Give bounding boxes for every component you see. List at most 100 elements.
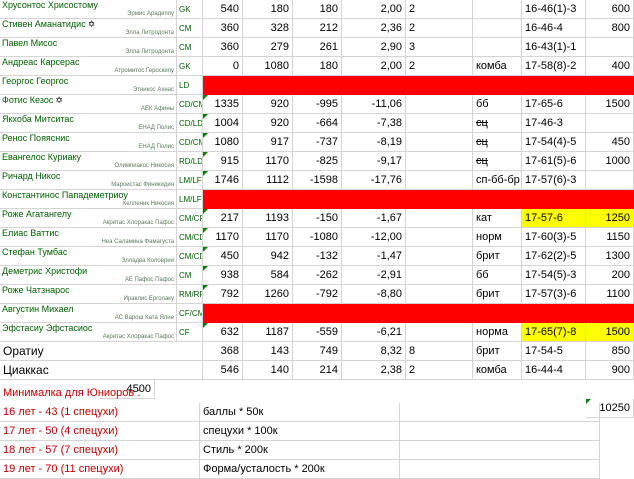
- value-cell[interactable]: -8,19: [342, 133, 406, 152]
- value-cell[interactable]: [406, 285, 473, 304]
- value-cell[interactable]: 2,38: [342, 361, 406, 380]
- value-cell[interactable]: -8,80: [342, 285, 406, 304]
- value-cell[interactable]: 180: [293, 57, 342, 76]
- value-cell[interactable]: 261: [293, 38, 342, 57]
- value-cell[interactable]: 2: [406, 0, 473, 19]
- value-cell[interactable]: [473, 38, 522, 57]
- value-cell[interactable]: комба: [473, 57, 522, 76]
- value-cell[interactable]: 17-58(8)-2: [522, 57, 586, 76]
- value-cell[interactable]: 920: [243, 114, 293, 133]
- value-cell[interactable]: 2: [406, 57, 473, 76]
- player-name-cell[interactable]: Циаккас: [0, 361, 203, 380]
- value-cell[interactable]: [473, 0, 522, 19]
- value-cell[interactable]: 400: [586, 57, 634, 76]
- value-cell[interactable]: 1112: [243, 171, 293, 190]
- value-cell[interactable]: 1260: [243, 285, 293, 304]
- value-cell[interactable]: сц: [473, 133, 522, 152]
- value-cell[interactable]: норм: [473, 228, 522, 247]
- player-position[interactable]: LM/LF: [177, 171, 203, 190]
- value-cell[interactable]: 1746: [203, 171, 243, 190]
- value-cell[interactable]: -1598: [293, 171, 342, 190]
- value-cell[interactable]: -2,91: [342, 266, 406, 285]
- value-cell[interactable]: 17-54(5)-3: [522, 266, 586, 285]
- player-name-cell[interactable]: Роже Чатзнарос Ираклис Ерголаку: [0, 285, 177, 304]
- value-cell[interactable]: -825: [293, 152, 342, 171]
- value-cell[interactable]: [406, 171, 473, 190]
- player-name-cell[interactable]: Якхоба Митситас ЕНАД Полис: [0, 114, 177, 133]
- value-cell[interactable]: -1,47: [342, 247, 406, 266]
- value-cell[interactable]: 16-43(1)-1: [522, 38, 586, 57]
- value-cell[interactable]: 1335: [203, 95, 243, 114]
- value-cell[interactable]: 2,00: [342, 57, 406, 76]
- value-cell[interactable]: -737: [293, 133, 342, 152]
- value-cell[interactable]: 915: [203, 152, 243, 171]
- value-cell[interactable]: 1150: [586, 228, 634, 247]
- player-position[interactable]: RM/RF: [177, 285, 203, 304]
- value-cell[interactable]: 16-46(1)-3: [522, 0, 586, 19]
- value-cell[interactable]: -7,38: [342, 114, 406, 133]
- value-cell[interactable]: -11,06: [342, 95, 406, 114]
- value-cell[interactable]: [406, 95, 473, 114]
- value-cell[interactable]: 749: [293, 342, 342, 361]
- player-name-cell[interactable]: Деметрис Христофи АЕ Пафос Пафос: [0, 266, 177, 285]
- value-cell[interactable]: 0: [203, 57, 243, 76]
- value-cell[interactable]: -262: [293, 266, 342, 285]
- value-cell[interactable]: 17-61(5)-6: [522, 152, 586, 171]
- value-cell[interactable]: брит: [473, 247, 522, 266]
- value-cell[interactable]: 212: [293, 19, 342, 38]
- value-cell[interactable]: 180: [243, 0, 293, 19]
- player-name-cell[interactable]: Константинос Пападеметриоу Хелленик Никос…: [0, 190, 177, 209]
- value-cell[interactable]: 200: [586, 266, 634, 285]
- value-cell[interactable]: 1100: [586, 285, 634, 304]
- player-position[interactable]: CF/CM: [177, 304, 203, 323]
- value-cell[interactable]: [406, 114, 473, 133]
- player-position[interactable]: LD: [177, 76, 203, 95]
- value-cell[interactable]: 1193: [243, 209, 293, 228]
- value-cell[interactable]: 217: [203, 209, 243, 228]
- value-cell[interactable]: 1250: [586, 209, 634, 228]
- value-cell[interactable]: -1080: [293, 228, 342, 247]
- player-name-cell[interactable]: Стефан Тумбас Элладва Коловрии: [0, 247, 177, 266]
- value-cell[interactable]: 17-57(6)-3: [522, 171, 586, 190]
- player-position[interactable]: LM/LF: [177, 190, 203, 209]
- value-cell[interactable]: 2,90: [342, 38, 406, 57]
- value-cell[interactable]: 584: [243, 266, 293, 285]
- value-cell[interactable]: -995: [293, 95, 342, 114]
- player-position[interactable]: CM/CF: [177, 209, 203, 228]
- player-name-cell[interactable]: Евангелос Куриаку Олимпиакос Никосия: [0, 152, 177, 171]
- value-cell[interactable]: 180: [293, 0, 342, 19]
- value-cell[interactable]: 360: [203, 38, 243, 57]
- value-cell[interactable]: 450: [586, 133, 634, 152]
- value-cell[interactable]: 540: [203, 0, 243, 19]
- value-cell[interactable]: сц: [473, 152, 522, 171]
- player-name-cell[interactable]: Ричард Никос Мароистас Финикидия: [0, 171, 177, 190]
- value-cell[interactable]: -9,17: [342, 152, 406, 171]
- value-cell[interactable]: 8: [406, 342, 473, 361]
- value-cell[interactable]: [406, 323, 473, 342]
- value-cell[interactable]: 1080: [243, 57, 293, 76]
- value-cell[interactable]: [406, 228, 473, 247]
- value-cell[interactable]: -6,21: [342, 323, 406, 342]
- value-cell[interactable]: -1,67: [342, 209, 406, 228]
- player-name-cell[interactable]: Елиас Ваттис Неа Саламина Фамагуста: [0, 228, 177, 247]
- value-cell[interactable]: 368: [203, 342, 243, 361]
- value-cell[interactable]: 2,36: [342, 19, 406, 38]
- player-name-cell[interactable]: Эфстасиу Эфстасиос Акритас Хлоракас Пафос: [0, 323, 177, 342]
- value-cell[interactable]: 1080: [203, 133, 243, 152]
- player-position[interactable]: CF: [177, 323, 203, 342]
- value-cell[interactable]: 17-65(7)-8: [522, 323, 586, 342]
- value-cell[interactable]: 143: [243, 342, 293, 361]
- value-cell[interactable]: [406, 133, 473, 152]
- value-cell[interactable]: -12,00: [342, 228, 406, 247]
- value-cell[interactable]: 1170: [243, 228, 293, 247]
- value-cell[interactable]: [406, 209, 473, 228]
- value-cell[interactable]: 546: [203, 361, 243, 380]
- value-cell[interactable]: 17-65-6: [522, 95, 586, 114]
- value-cell[interactable]: 600: [586, 0, 634, 19]
- value-cell[interactable]: -664: [293, 114, 342, 133]
- value-cell[interactable]: 900: [586, 361, 634, 380]
- value-cell[interactable]: 1000: [586, 152, 634, 171]
- value-cell[interactable]: 2: [406, 361, 473, 380]
- value-cell[interactable]: 328: [243, 19, 293, 38]
- value-cell[interactable]: 17-54(4)-5: [522, 133, 586, 152]
